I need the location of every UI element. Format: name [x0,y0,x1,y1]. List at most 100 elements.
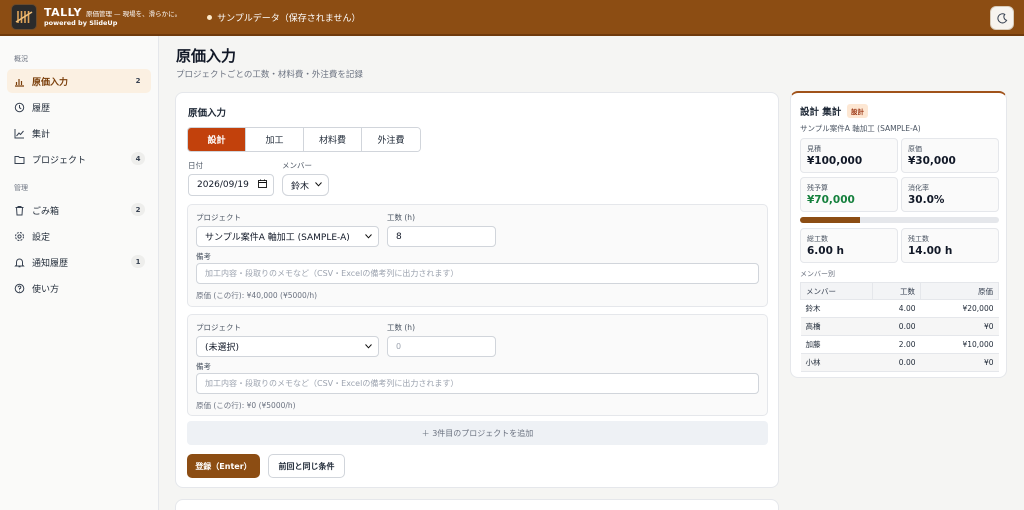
tab-materials[interactable]: 材料費 [304,128,362,151]
member-label: メンバー [282,161,312,170]
member-table: メンバー 工数 原価 鈴木 4.00 ¥20,000 高橋 0.00 ¥0 加藤 [800,282,999,372]
sidebar-item-label: プロジェクト [32,155,87,166]
tab-machining[interactable]: 加工 [246,128,304,151]
app-name: TALLY [44,5,82,19]
stat-label: 見積 [807,145,821,153]
sidebar-item-label: 履歴 [32,103,51,114]
column-header: メンバー [800,282,873,300]
category-badge: 設計 [847,104,868,118]
app-logo[interactable] [11,4,37,30]
sidebar-item-settings[interactable]: 設定 [7,224,151,248]
bar-chart-icon [14,76,25,87]
budget-progress-fill [800,217,860,223]
project-value: (未選択) [205,343,240,353]
date-label: 日付 [188,161,203,170]
note-input[interactable]: 加工内容・段取りのメモなど（CSV・Excelの備考列に出力されます） [196,263,759,284]
add-project-button[interactable]: ＋ 3件目のプロジェクトを追加 [187,421,768,445]
stat-value: ¥100,000 [807,155,863,167]
member-cost: ¥10,000 [920,335,999,354]
page-title: 原価入力 [176,47,237,65]
member-hours: 0.00 [872,317,921,336]
project-select[interactable]: サンプル案件A 軸加工 (SAMPLE-A) [196,226,379,247]
sidebar-item-trash[interactable]: ごみ箱 2 [7,198,151,222]
count-badge: 1 [131,255,145,268]
sidebar-item-label: 通知履歴 [32,258,69,269]
row-cost-text: 原価 (この行): ¥0 (¥5000/h) [196,401,296,410]
summary-project: サンプル案件A 軸加工 (SAMPLE-A) [800,124,921,133]
sidebar-item-help[interactable]: 使い方 [7,276,151,300]
submit-button[interactable]: 登録（Enter） [187,454,260,478]
secondary-card [175,499,779,510]
theme-toggle-button[interactable] [990,6,1014,30]
note-placeholder: 加工内容・段取りのメモなど（CSV・Excelの備考列に出力されます） [205,379,459,388]
note-placeholder: 加工内容・段取りのメモなど（CSV・Excelの備考列に出力されます） [205,269,459,278]
stat-label: 総工数 [807,235,828,243]
status-dot-icon [207,14,213,20]
table-row: 小林 0.00 ¥0 [800,353,999,372]
date-input[interactable]: 2026/09/19 [188,174,274,196]
member-section-label: メンバー別 [800,270,835,278]
gear-icon [14,231,25,242]
sidebar-item-label: 使い方 [32,284,60,295]
summary-title: 設計 集計 [800,107,842,118]
logo-icon [15,11,33,23]
stat-remaining-budget: 残予算 ¥70,000 [800,177,898,212]
member-cost: ¥0 [920,317,999,336]
hours-value: 8 [396,231,402,242]
hours-label: 工数 (h) [387,323,415,332]
member-name: 小林 [800,353,873,372]
sidebar-item-cost-entry[interactable]: 原価入力 2 [7,69,151,93]
member-value: 鈴木 [291,181,310,192]
summary-card: 設計 集計 設計 サンプル案件A 軸加工 (SAMPLE-A) 見積 ¥100,… [790,91,1007,378]
stat-value: 6.00 h [807,245,845,257]
sidebar-section-manage: 管理 [14,184,28,192]
page-subtitle: プロジェクトごとの工数・材料費・外注費を記録 [176,70,363,80]
same-as-last-button[interactable]: 前回と同じ条件 [268,454,345,478]
stat-value: 30.0% [908,194,945,206]
sidebar-item-projects[interactable]: プロジェクト 4 [7,147,151,171]
stat-label: 消化率 [908,184,929,192]
stat-cost: 原価 ¥30,000 [901,138,999,173]
chevron-down-icon [315,180,322,190]
stat-estimate: 見積 ¥100,000 [800,138,898,173]
category-tabs: 設計 加工 材料費 外注費 [187,127,421,152]
project-select[interactable]: (未選択) [196,336,379,357]
sample-data-label: サンプルデータ（保存されません） [217,13,361,24]
app-header: TALLY 原価管理 — 現場を、滑らかに。 powered by SlideUp… [0,0,1024,36]
sample-data-notice: サンプルデータ（保存されません） [207,11,361,24]
app-tagline: 原価管理 — 現場を、滑らかに。 [85,9,182,18]
chevron-down-icon [365,342,372,352]
tab-outsourcing[interactable]: 外注費 [362,128,420,151]
cost-entry-card: 原価入力 設計 加工 材料費 外注費 日付 2026/09/19 メンバー 鈴木… [175,92,779,488]
calendar-icon [258,179,267,191]
powered-by: powered by SlideUp [44,18,118,27]
sidebar-item-summary[interactable]: 集計 [7,121,151,145]
table-row: 高橋 0.00 ¥0 [800,317,999,336]
folder-icon [14,154,25,165]
help-icon [14,283,25,294]
bell-icon [14,257,25,268]
sidebar-item-notifications[interactable]: 通知履歴 1 [7,250,151,274]
moon-icon [996,12,1007,23]
member-name: 高橋 [800,317,873,336]
member-cost: ¥0 [920,353,999,372]
stat-label: 原価 [908,145,922,153]
member-cost: ¥20,000 [920,299,999,318]
card-title: 原価入力 [188,108,227,119]
member-select[interactable]: 鈴木 [282,174,329,196]
hours-input[interactable]: 8 [387,226,496,247]
trash-icon [14,205,25,216]
note-input[interactable]: 加工内容・段取りのメモなど（CSV・Excelの備考列に出力されます） [196,373,759,394]
stat-label: 残工数 [908,235,929,243]
note-label: 備考 [196,252,211,261]
brand: TALLY 原価管理 — 現場を、滑らかに。 powered by SlideUp [44,5,182,27]
tab-design[interactable]: 設計 [188,128,246,151]
hours-input[interactable]: 0 [387,336,496,357]
sidebar: 概況 原価入力 2 履歴 集計 プロジェクト 4 管理 ごみ箱 2 設定 通知履… [0,36,159,510]
row-cost-text: 原価 (この行): ¥40,000 (¥5000/h) [196,291,318,300]
stat-value: ¥70,000 [807,194,855,206]
note-label: 備考 [196,362,211,371]
hours-label: 工数 (h) [387,213,415,222]
column-header: 原価 [920,282,999,300]
sidebar-item-history[interactable]: 履歴 [7,95,151,119]
